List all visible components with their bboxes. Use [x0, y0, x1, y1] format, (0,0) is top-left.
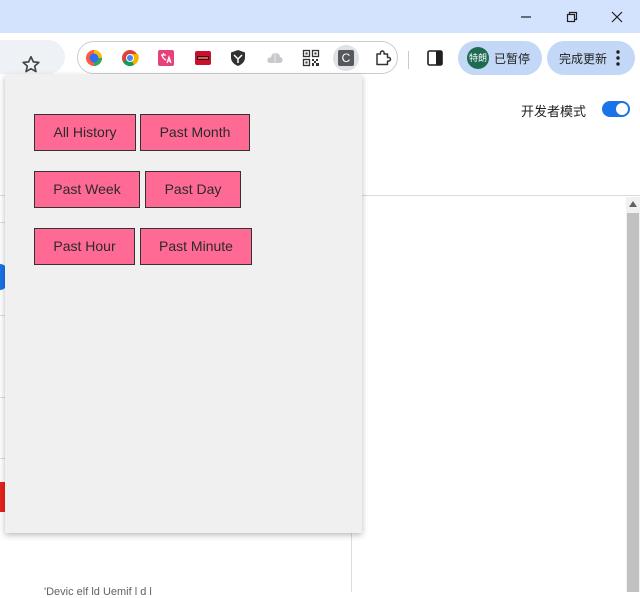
extension-button[interactable]: [298, 45, 324, 71]
translate-icon: [158, 50, 174, 66]
past-month-button[interactable]: Past Month: [140, 114, 250, 151]
colorful-orb-icon: [86, 50, 102, 66]
avatar: 特朗: [467, 47, 489, 69]
shield-icon: [231, 50, 245, 66]
close-window-button[interactable]: [594, 0, 640, 33]
past-day-button[interactable]: Past Day: [145, 171, 241, 208]
more-menu-icon[interactable]: [614, 49, 622, 67]
restore-button[interactable]: [549, 0, 595, 33]
extension-button[interactable]: [117, 45, 143, 71]
google-chrome-icon: [122, 50, 139, 66]
toolbar-separator: [408, 51, 409, 69]
past-minute-button[interactable]: Past Minute: [140, 228, 252, 265]
puzzle-icon: [376, 50, 392, 66]
extension-button[interactable]: [81, 45, 107, 71]
scroll-thumb[interactable]: [627, 213, 639, 592]
update-label: 完成更新: [559, 52, 608, 66]
side-panel-icon[interactable]: [424, 47, 446, 69]
all-history-button[interactable]: All History: [34, 114, 136, 151]
history-popup: All History Past Month Past Week Past Da…: [5, 75, 362, 533]
minimize-button[interactable]: [503, 0, 549, 33]
bookmark-star-icon[interactable]: [20, 54, 42, 76]
page-scrollbar[interactable]: [626, 197, 640, 592]
past-hour-button[interactable]: Past Hour: [34, 228, 135, 265]
window-titlebar: [0, 0, 640, 33]
scroll-up-arrow-icon[interactable]: [629, 201, 637, 207]
qr-code-icon: [302, 49, 320, 67]
minimize-icon: [521, 15, 531, 18]
profile-status-label: 已暂停: [494, 52, 531, 66]
developer-mode-label: 开发者模式: [521, 104, 587, 119]
card-description-partial: 'Devic elf ld Uemif l d l: [44, 586, 152, 598]
letter-c-icon: C: [338, 50, 354, 66]
toggle-knob: [616, 103, 628, 115]
extensions-group: C: [77, 41, 398, 74]
restore-icon: [566, 11, 578, 22]
update-button[interactable]: 完成更新: [547, 41, 635, 75]
letter-c-text: C: [342, 51, 351, 65]
red-app-icon: [195, 51, 211, 65]
extension-button-active[interactable]: C: [333, 45, 359, 71]
extension-button[interactable]: [225, 45, 251, 71]
extensions-menu-button[interactable]: [370, 45, 396, 71]
cloud-icon: [267, 53, 283, 63]
profile-button[interactable]: 特朗 已暂停: [458, 41, 542, 75]
address-bar[interactable]: [0, 40, 65, 74]
developer-mode-toggle[interactable]: [602, 101, 630, 117]
extension-button[interactable]: [262, 45, 288, 71]
past-week-button[interactable]: Past Week: [34, 171, 140, 208]
close-icon: [611, 11, 623, 22]
extension-button[interactable]: [153, 45, 179, 71]
extension-button[interactable]: [190, 45, 216, 71]
